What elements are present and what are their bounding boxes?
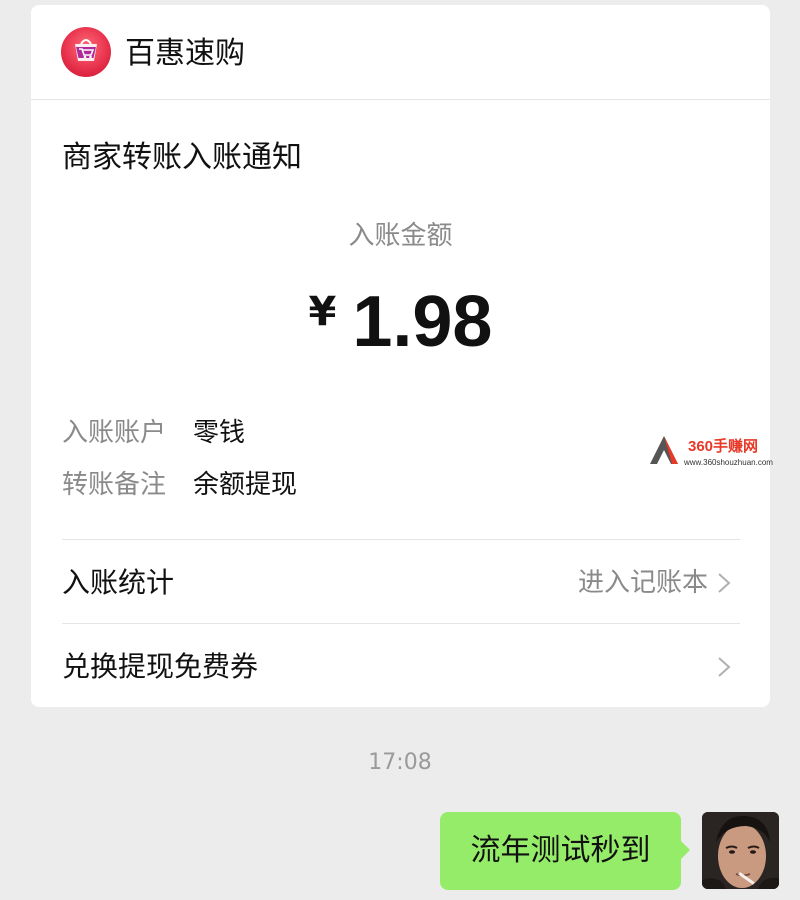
merchant-logo-icon xyxy=(61,27,111,77)
card-header[interactable]: 百惠速购 xyxy=(31,5,770,100)
divider xyxy=(62,623,740,624)
transfer-notice-card[interactable]: 百惠速购 商家转账入账通知 入账金额 ¥1.98 入账账户 零钱 转账备注 余额… xyxy=(31,5,770,707)
merchant-name: 百惠速购 xyxy=(125,36,245,71)
notice-title: 商家转账入账通知 xyxy=(62,140,302,175)
exchange-coupon-link[interactable]: 兑换提现免费券 xyxy=(62,637,740,697)
detail-value: 余额提现 xyxy=(193,470,298,500)
message-timestamp: 17:08 xyxy=(368,750,432,775)
amount-display: ¥1.98 xyxy=(31,277,770,367)
amount-label: 入账金额 xyxy=(348,221,453,251)
chat-message-text[interactable]: 流年测试秒到 xyxy=(440,812,681,890)
watermark-logo: 360手赚网 www.360shouzhuan.com xyxy=(650,436,773,467)
watermark-url: www.360shouzhuan.com xyxy=(683,458,773,467)
currency-symbol: ¥ xyxy=(308,289,337,335)
chat-bubble[interactable]: 流年测试秒到 xyxy=(440,812,681,890)
chevron-right-icon xyxy=(718,657,731,677)
watermark-brand: 360手赚网 xyxy=(688,437,758,455)
detail-key: 转账备注 xyxy=(62,470,167,500)
link-label: 兑换提现免费券 xyxy=(62,650,259,683)
detail-key: 入账账户 xyxy=(62,418,167,448)
income-statistics-link[interactable]: 入账统计 进入记账本 xyxy=(62,553,740,613)
link-label: 入账统计 xyxy=(62,566,175,599)
detail-value: 零钱 xyxy=(193,418,246,448)
amount-value: 1.98 xyxy=(352,282,493,362)
enter-ledger-link[interactable]: 进入记账本 xyxy=(578,563,708,603)
chevron-right-icon xyxy=(718,573,731,593)
chat-bubble-tail xyxy=(680,840,690,860)
user-avatar[interactable] xyxy=(702,812,779,889)
divider xyxy=(62,539,740,540)
